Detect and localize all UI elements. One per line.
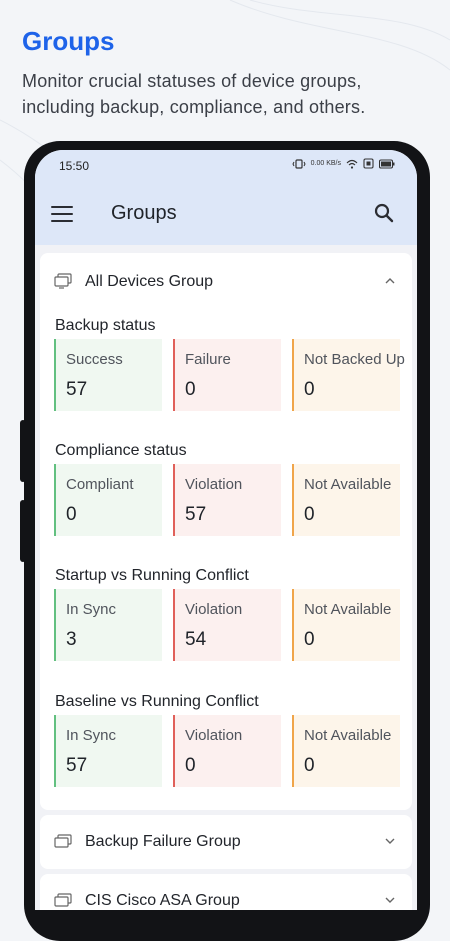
section-title: Startup vs Running Conflict [55, 567, 249, 584]
stat-value: 57 [66, 379, 88, 400]
group-name: CIS Cisco ASA Group [85, 892, 240, 909]
group-card-cis-cisco-asa[interactable]: CIS Cisco ASA Group [40, 874, 412, 910]
stat-success[interactable]: Success 57 [54, 339, 162, 411]
status-time: 15:50 [59, 159, 90, 173]
chevron-down-icon[interactable] [384, 894, 396, 906]
stat-violation[interactable]: Violation 54 [173, 589, 281, 661]
stat-not-available[interactable]: Not Available 0 [292, 715, 400, 787]
stat-label: Violation [185, 727, 243, 744]
stat-violation[interactable]: Violation 0 [173, 715, 281, 787]
section-title: Baseline vs Running Conflict [55, 693, 259, 710]
section-title: Backup status [55, 317, 156, 334]
stat-label: Violation [185, 601, 243, 618]
group-name: Backup Failure Group [85, 833, 241, 850]
group-name: All Devices Group [85, 273, 214, 290]
search-icon[interactable] [373, 202, 395, 224]
stat-in-sync[interactable]: In Sync 57 [54, 715, 162, 787]
stat-value: 57 [66, 755, 88, 776]
wifi-icon [346, 159, 358, 169]
promo-title: Groups [22, 26, 115, 56]
phone-screen: 15:50 0.00 KB/s Groups All Devices Group [35, 150, 417, 910]
stat-value: 0 [304, 755, 315, 776]
sim-icon [363, 158, 374, 169]
chevron-up-icon[interactable] [384, 275, 396, 287]
stat-label: Compliant [66, 476, 134, 493]
data-speed-icon: 0.00 KB/s [310, 160, 341, 167]
devices-group-icon [54, 273, 72, 289]
devices-group-icon [54, 893, 72, 907]
stat-row: In Sync 57 Violation 0 Not Available 0 [54, 715, 400, 787]
stat-value: 0 [185, 755, 196, 776]
stat-failure[interactable]: Failure 0 [173, 339, 281, 411]
stat-label: Not Available [304, 601, 392, 618]
volume-up-button [20, 420, 26, 482]
stat-violation[interactable]: Violation 57 [173, 464, 281, 536]
stat-value: 0 [304, 629, 315, 650]
stat-label: Not Available [304, 727, 392, 744]
stat-label: Failure [185, 351, 231, 368]
section-title: Compliance status [55, 442, 187, 459]
app-title: Groups [111, 202, 177, 224]
stat-compliant[interactable]: Compliant 0 [54, 464, 162, 536]
stat-row: Compliant 0 Violation 57 Not Available 0 [54, 464, 400, 536]
group-card-backup-failure[interactable]: Backup Failure Group [40, 815, 412, 869]
stat-label: In Sync [66, 727, 117, 744]
stat-not-backed-up[interactable]: Not Backed Up 0 [292, 339, 405, 411]
stat-not-available[interactable]: Not Available 0 [292, 464, 400, 536]
stat-value: 0 [304, 379, 315, 400]
stat-label: Violation [185, 476, 243, 493]
app-bar: 15:50 0.00 KB/s Groups [35, 150, 417, 245]
stat-row: Success 57 Failure 0 Not Backed Up 0 [54, 339, 405, 411]
group-card-header[interactable]: All Devices Group [40, 253, 412, 309]
battery-icon [379, 158, 395, 169]
stat-not-available[interactable]: Not Available 0 [292, 589, 400, 661]
stat-row: In Sync 3 Violation 54 Not Available 0 [54, 589, 400, 661]
stat-value: 3 [66, 629, 77, 650]
power-button [424, 455, 430, 525]
stat-value: 0 [66, 504, 77, 525]
group-card-all-devices: All Devices Group Backup status Success … [40, 253, 412, 810]
stat-label: Not Backed Up [304, 351, 405, 368]
chevron-down-icon[interactable] [384, 835, 396, 847]
stat-label: In Sync [66, 601, 117, 618]
volume-down-button [20, 500, 26, 562]
promo-subtitle: Monitor crucial statuses of device group… [22, 71, 366, 117]
stat-label: Not Available [304, 476, 392, 493]
hamburger-menu-icon[interactable] [51, 206, 73, 222]
stat-in-sync[interactable]: In Sync 3 [54, 589, 162, 661]
status-icons: 0.00 KB/s [292, 158, 395, 169]
vibrate-icon [292, 158, 306, 169]
stat-value: 0 [185, 379, 196, 400]
stat-value: 54 [185, 629, 207, 650]
stat-label: Success [66, 351, 123, 368]
stat-value: 0 [304, 504, 315, 525]
devices-group-icon [54, 834, 72, 848]
stat-value: 57 [185, 504, 207, 525]
